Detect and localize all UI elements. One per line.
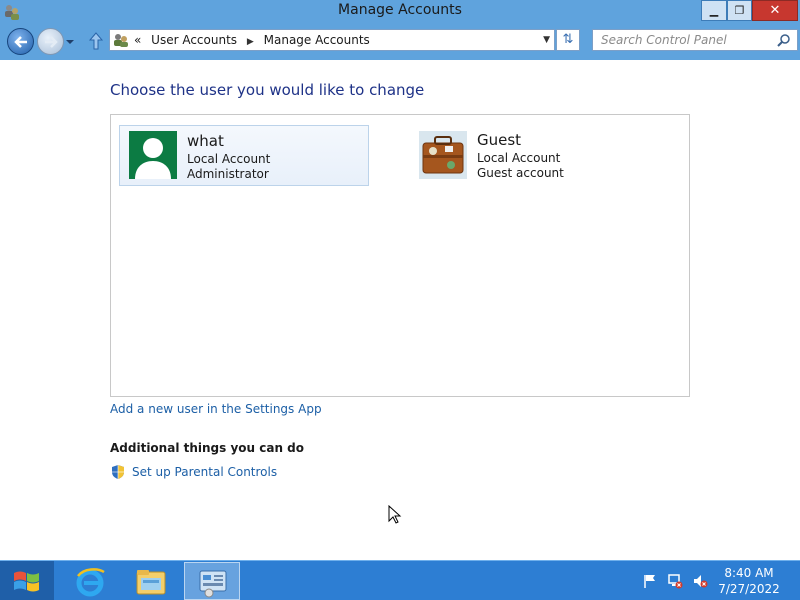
user-account-type: Local Account xyxy=(187,152,271,166)
user-account-type: Local Account xyxy=(477,151,561,165)
minimize-button[interactable]: ▁ xyxy=(701,0,727,21)
search-icon[interactable] xyxy=(777,33,791,47)
back-arrow-icon xyxy=(14,36,27,48)
address-dropdown-icon[interactable]: ▼ xyxy=(543,35,550,45)
clock-time: 8:40 AM xyxy=(724,566,774,580)
action-center-flag-icon[interactable] xyxy=(642,573,658,589)
recent-pages-chevron-down-icon[interactable] xyxy=(65,37,75,47)
refresh-icon: ⇅ xyxy=(562,32,574,47)
parental-controls-link[interactable]: Set up Parental Controls xyxy=(132,465,277,479)
window-title: Manage Accounts xyxy=(338,2,462,18)
user-card-guest[interactable]: Guest Local Account Guest account xyxy=(409,125,659,186)
breadcrumb-manage-accounts[interactable]: Manage Accounts xyxy=(264,33,370,47)
search-box[interactable] xyxy=(592,29,798,51)
navigation-bar: « User Accounts ▶ Manage Accounts ▼ ⇅ xyxy=(0,24,800,60)
clock-date: 7/27/2022 xyxy=(718,582,780,596)
restore-icon: ❐ xyxy=(734,4,745,17)
volume-muted-icon[interactable] xyxy=(692,573,708,589)
taskbar-internet-explorer[interactable] xyxy=(62,562,118,600)
search-input[interactable] xyxy=(593,30,773,50)
forward-button[interactable] xyxy=(37,28,64,55)
mouse-cursor-icon xyxy=(388,505,402,524)
default-user-avatar-icon xyxy=(129,131,177,179)
breadcrumb: « User Accounts ▶ Manage Accounts xyxy=(134,33,370,47)
minimize-icon: ▁ xyxy=(709,4,719,17)
taskbar-file-explorer[interactable] xyxy=(123,562,179,600)
refresh-button[interactable]: ⇅ xyxy=(556,29,580,51)
breadcrumb-separator-icon[interactable]: ▶ xyxy=(247,37,254,47)
taskbar: 8:40 AM 7/27/2022 xyxy=(0,560,800,600)
system-clock[interactable]: 8:40 AM 7/27/2022 xyxy=(718,565,780,597)
back-button[interactable] xyxy=(7,28,34,55)
breadcrumb-overflow[interactable]: « xyxy=(134,33,141,47)
file-explorer-icon xyxy=(136,570,166,595)
user-card-what[interactable]: what Local Account Administrator xyxy=(119,125,369,186)
breadcrumb-user-accounts[interactable]: User Accounts xyxy=(151,33,237,47)
taskbar-control-panel[interactable] xyxy=(184,562,240,600)
control-panel-location-icon xyxy=(114,34,128,47)
page-title: Choose the user you would like to change xyxy=(110,81,425,99)
start-button[interactable] xyxy=(0,561,54,600)
user-list: what Local Account Administrator Guest L… xyxy=(110,114,690,397)
windows-logo-icon xyxy=(14,571,39,592)
close-button[interactable]: ✕ xyxy=(752,0,798,21)
user-name: what xyxy=(187,132,224,150)
internet-explorer-icon xyxy=(76,568,105,597)
additional-things-heading: Additional things you can do xyxy=(110,441,305,455)
user-role: Administrator xyxy=(187,167,269,181)
user-role: Guest account xyxy=(477,166,564,180)
restore-button[interactable]: ❐ xyxy=(727,0,752,21)
forward-arrow-icon xyxy=(45,36,58,48)
user-name: Guest xyxy=(477,131,522,149)
close-icon: ✕ xyxy=(769,3,781,18)
address-bar[interactable]: « User Accounts ▶ Manage Accounts ▼ xyxy=(109,29,555,51)
suitcase-avatar-icon xyxy=(419,131,467,179)
title-bar: Manage Accounts ▁ ❐ ✕ xyxy=(0,0,800,24)
shield-icon xyxy=(112,465,124,479)
up-arrow-icon[interactable] xyxy=(88,32,104,50)
network-disconnected-icon[interactable] xyxy=(667,573,683,589)
add-user-link[interactable]: Add a new user in the Settings App xyxy=(110,402,322,416)
control-panel-icon xyxy=(199,570,227,598)
